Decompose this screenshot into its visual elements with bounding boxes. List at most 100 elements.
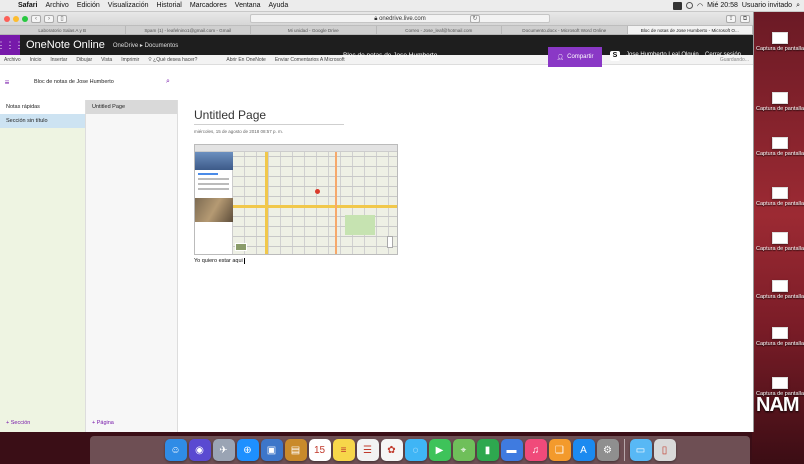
tab-outlook[interactable]: Correo - Jose_leaf@hotmail.com xyxy=(377,26,502,34)
file-thumbnail-icon xyxy=(772,187,788,199)
ribbon-tab-archivo[interactable]: Archivo xyxy=(4,57,21,63)
breadcrumb[interactable]: OneDrive ▸ Documentos xyxy=(113,42,178,49)
safari-toolbar: ‹ › ▯ 🔒︎ onedrive.live.com ↻ ⇪ ⧉ xyxy=(0,12,753,26)
share-label: Compartir xyxy=(567,54,594,60)
ribbon-tab-dibujar[interactable]: Dibujar xyxy=(76,57,92,63)
notes-book-icon[interactable]: ▤ xyxy=(284,439,307,461)
menu-historial[interactable]: Historial xyxy=(153,2,186,9)
place-photo-street xyxy=(195,198,233,222)
notebook-name[interactable]: Bloc de notas de Jose Humberto xyxy=(14,79,166,85)
page-title[interactable]: Untitled Page xyxy=(194,108,344,125)
desktop-screenshot-file[interactable]: Captura de pantalla...20.1! xyxy=(756,137,804,157)
spotlight-icon[interactable]: ⌕ xyxy=(796,2,800,10)
time-machine-icon[interactable] xyxy=(686,2,694,9)
section-sin-titulo[interactable]: Sección sin título xyxy=(0,114,85,128)
dock: ☺ ◉ ✈ ⊕ ▣ ▤ 15 ≡ ☰ ✿ ◌ ▶ ⌖ ▮ ▬ ♫ ❑ A ⚙ ▭ ▯ xyxy=(90,436,750,464)
wifi-icon[interactable]: ◠ xyxy=(697,2,703,10)
music-icon[interactable]: ♫ xyxy=(524,439,547,461)
app-launcher-icon[interactable]: ⋮⋮⋮ xyxy=(0,35,24,55)
sections-pane: Notas rápidas Sección sin título + Secci… xyxy=(0,100,86,432)
finder-icon[interactable]: ☺ xyxy=(164,439,187,461)
launchpad-icon[interactable]: ✈ xyxy=(212,439,235,461)
send-comments-link[interactable]: Enviar Comentarios A Microsoft xyxy=(275,57,345,63)
tab-word-online[interactable]: Documento.docx - Microsoft Word Online xyxy=(502,26,628,34)
keynote-icon[interactable]: ▬ xyxy=(500,439,523,461)
downloads-folder-icon[interactable]: ▭ xyxy=(629,439,652,461)
menu-edicion[interactable]: Edición xyxy=(73,2,104,9)
menu-marcadores[interactable]: Marcadores xyxy=(186,2,231,9)
app-store-icon[interactable]: A xyxy=(572,439,595,461)
zoom-window-icon[interactable] xyxy=(22,15,28,22)
siri-icon[interactable]: ◉ xyxy=(188,439,211,461)
desktop-screenshot-file[interactable]: Captura de pantalla...) 20.1 xyxy=(756,92,804,112)
open-in-onenote-link[interactable]: Abrir En OneNote xyxy=(226,57,265,63)
back-icon[interactable]: ‹ xyxy=(31,14,41,23)
file-caption: Captura de pantalla...) 20.1 xyxy=(756,106,804,112)
add-page-button[interactable]: + Página xyxy=(92,420,114,426)
clock[interactable]: Mié 20:58 xyxy=(707,2,738,9)
user-menu[interactable]: Usuario invitado xyxy=(742,2,792,9)
safari-icon[interactable]: ⊕ xyxy=(236,439,259,461)
app-title[interactable]: OneNote Online xyxy=(20,39,113,51)
file-thumbnail-icon xyxy=(772,232,788,244)
menu-visualizacion[interactable]: Visualización xyxy=(104,2,153,9)
desktop-screenshot-file[interactable]: Captura de pantalla...20.2 xyxy=(756,187,804,207)
menu-ayuda[interactable]: Ayuda xyxy=(264,2,292,9)
desktop-screenshot-file[interactable]: Captura de pantalla...20.2 xyxy=(756,280,804,300)
page-untitled[interactable]: Untitled Page xyxy=(86,100,177,114)
maps-icon[interactable]: ⌖ xyxy=(452,439,475,461)
skype-icon[interactable]: S xyxy=(610,51,620,61)
sidebar-icon[interactable]: ▯ xyxy=(57,14,67,23)
forward-icon[interactable]: › xyxy=(44,14,54,23)
embedded-map-screenshot[interactable] xyxy=(194,144,398,255)
ribbon-tab-imprimir[interactable]: Imprimir xyxy=(121,57,139,63)
tab-gmail[interactable]: Spam (1) - leafelnino1@gmail.com - Gmail xyxy=(126,26,251,34)
section-notas-rapidas[interactable]: Notas rápidas xyxy=(0,100,85,114)
menu-ventana[interactable]: Ventana xyxy=(231,2,265,9)
address-bar[interactable]: 🔒︎ onedrive.live.com xyxy=(250,14,550,23)
tabs-overview-icon[interactable]: ⧉ xyxy=(740,15,750,23)
reload-icon[interactable]: ↻ xyxy=(470,15,480,23)
user-name[interactable]: Jose Humberto Leal Olguin xyxy=(626,52,699,58)
screen-mirroring-icon[interactable] xyxy=(673,1,683,10)
menu-archivo[interactable]: Archivo xyxy=(41,2,72,9)
calendar-icon[interactable]: 15 xyxy=(308,439,331,461)
ribbon-tab-inicio[interactable]: Inicio xyxy=(30,57,42,63)
facetime-icon[interactable]: ▶ xyxy=(428,439,451,461)
desktop-screenshot-file[interactable]: Captura de pantalla...20.5 xyxy=(756,32,804,52)
search-icon[interactable]: ⌕ xyxy=(166,78,178,86)
reminders-icon[interactable]: ☰ xyxy=(356,439,379,461)
photos-app-icon[interactable]: ▣ xyxy=(260,439,283,461)
place-photo xyxy=(195,152,233,170)
messages-icon[interactable]: ◌ xyxy=(404,439,427,461)
tell-me-box[interactable]: 💡︎ ¿Qué desea hacer? xyxy=(148,57,197,63)
ribbon-tab-insertar[interactable]: Insertar xyxy=(50,57,67,63)
share-page-icon[interactable]: ⇪ xyxy=(726,15,736,23)
map-zoom-control xyxy=(387,236,393,248)
desktop-screenshot-file[interactable]: Captura de pantalla...20.2 xyxy=(756,232,804,252)
share-button[interactable]: 👤︎ Compartir xyxy=(548,47,602,67)
tell-me-text: ¿Qué desea hacer? xyxy=(153,56,198,63)
notes-icon[interactable]: ≡ xyxy=(332,439,355,461)
page-canvas[interactable]: Untitled Page miércoles, 15 de agosto de… xyxy=(178,100,753,432)
numbers-icon[interactable]: ▮ xyxy=(476,439,499,461)
photos-icon[interactable]: ✿ xyxy=(380,439,403,461)
books-icon[interactable]: ❑ xyxy=(548,439,571,461)
note-text[interactable]: Yo quiero estar aqui xyxy=(194,258,245,264)
system-preferences-icon[interactable]: ⚙ xyxy=(596,439,619,461)
desktop-screenshot-file[interactable]: Captura de pantalla...20.3 xyxy=(756,327,804,347)
file-caption: Captura de pantalla...20.2 xyxy=(756,201,804,207)
menu-safari[interactable]: Safari xyxy=(14,2,41,9)
file-thumbnail-icon xyxy=(772,327,788,339)
hamburger-menu-icon[interactable]: ≡ xyxy=(0,78,14,87)
tab-onenote[interactable]: Bloc de notas de Jose Humberto - Microso… xyxy=(627,26,753,34)
ribbon-tab-vista[interactable]: Vista xyxy=(101,57,112,63)
add-section-button[interactable]: + Sección xyxy=(6,420,30,426)
file-caption: Captura de pantalla...20.2 xyxy=(756,294,804,300)
sign-out-link[interactable]: Cerrar sesión xyxy=(705,52,741,58)
minimize-window-icon[interactable] xyxy=(13,15,19,22)
close-window-icon[interactable] xyxy=(4,15,10,22)
tab-google-drive[interactable]: Mi unidad - Google Drive xyxy=(251,26,377,34)
tab-laboratorio[interactable]: Laboratorio Salas A y B xyxy=(0,26,126,34)
trash-icon[interactable]: ▯ xyxy=(653,439,676,461)
